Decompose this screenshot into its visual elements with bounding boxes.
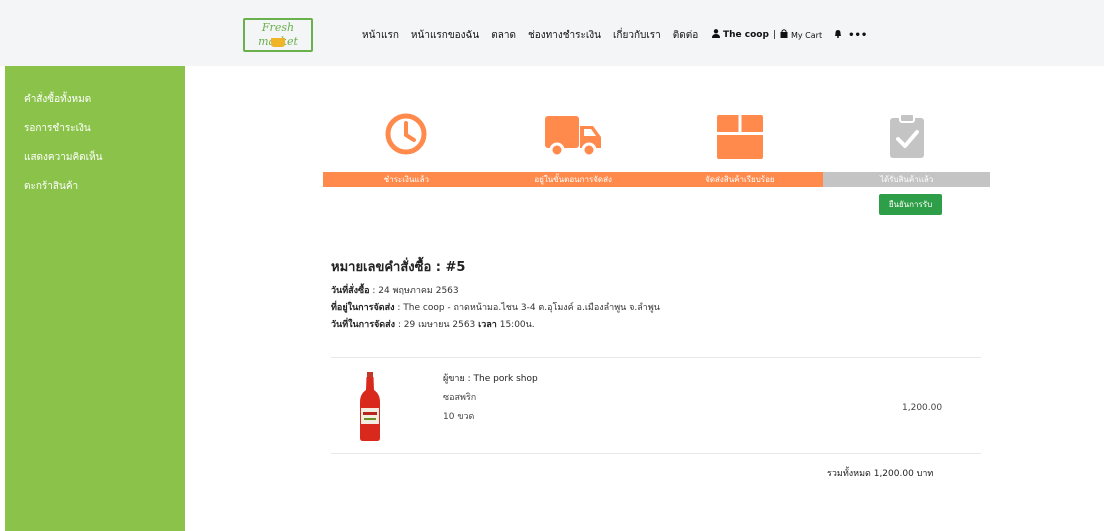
step-paid: ชำระเงินแล้ว (323, 110, 490, 190)
bell-icon[interactable] (834, 29, 842, 41)
divider-top (331, 357, 981, 358)
clipboard-check-icon (887, 112, 927, 164)
product-quantity: 10 ขวด (443, 412, 475, 422)
divider-bottom (331, 453, 981, 454)
user-icon (712, 29, 720, 41)
step-label-received: ได้รับสินค้าแล้ว (823, 172, 990, 187)
nav-item-about[interactable]: เกี่ยวกับเรา (613, 28, 661, 43)
product-name: ซอสพริก (443, 393, 477, 403)
step-shipping: อยู่ในขั้นตอนการจัดส่ง (489, 110, 657, 190)
nav-item-my-home[interactable]: หน้าแรกของฉัน (411, 28, 479, 43)
order-progress: ชำระเงินแล้ว อยู่ในขั้นตอนการจัดส่ง จัดส… (323, 110, 990, 190)
order-date-line: วันที่สั่งซื้อ : 24 พฤษภาคม 2563 (331, 283, 660, 300)
seller-name: ผู้ขาย : The pork shop (443, 374, 538, 384)
product-price: 1,200.00 (902, 403, 943, 413)
product-image (358, 372, 382, 442)
box-icon (715, 112, 765, 164)
shipping-address-line: ที่อยู่ในการจัดส่ง : The coop - ถาดหน้าม… (331, 300, 660, 317)
delivery-date-label: วันที่ในการจัดส่ง (331, 320, 396, 330)
step-label-delivered: จัดส่งสินค้าเรียบร้อย (656, 172, 824, 187)
my-cart-link[interactable]: My Cart (791, 31, 822, 40)
order-date-label: วันที่สั่งซื้อ (331, 286, 370, 296)
main-nav: หน้าแรก หน้าแรกของฉัน ตลาด ช่องทางชำระเง… (362, 28, 710, 43)
sidebar-item-awaiting-payment[interactable]: รอการชำระเงิน (5, 123, 185, 152)
step-delivered: จัดส่งสินค้าเรียบร้อย (656, 110, 824, 190)
sidebar-item-cart[interactable]: ตะกร้าสินค้า (5, 181, 185, 210)
confirm-receipt-button[interactable]: ยืนยันการรับ (879, 194, 942, 215)
clock-icon (384, 112, 428, 160)
order-info: หมายเลขคำสั่งซื้อ : #5 วันที่สั่งซื้อ : … (331, 256, 660, 334)
order-total: รวมทั้งหมด 1,200.00 บาท (827, 469, 934, 479)
user-area: The coop | My Cart ••• (712, 29, 867, 41)
top-navbar: Fresh market หน้าแรก หน้าแรกของฉัน ตลาด … (0, 0, 1104, 66)
nav-item-home[interactable]: หน้าแรก (362, 28, 399, 43)
delivery-time-label: เวลา (478, 320, 497, 330)
truck-icon (543, 112, 603, 164)
brand-logo[interactable]: Fresh market (243, 15, 313, 52)
nav-item-payment[interactable]: ช่องทางชำระเงิน (528, 28, 601, 43)
order-number: หมายเลขคำสั่งซื้อ : #5 (331, 260, 466, 275)
nav-item-market[interactable]: ตลาด (491, 28, 516, 43)
step-received: ได้รับสินค้าแล้ว (823, 110, 990, 190)
shipping-address-value: : The coop - ถาดหน้ามอ.ไชน 3-4 ต.อุโมงค์… (394, 303, 660, 313)
delivery-date-value: : 29 เมษายน 2563 (395, 320, 479, 330)
step-label-paid: ชำระเงินแล้ว (323, 172, 490, 187)
shipping-address-label: ที่อยู่ในการจัดส่ง (331, 303, 395, 313)
user-name-link[interactable]: The coop (723, 30, 769, 40)
user-separator: | (772, 30, 776, 40)
more-icon[interactable]: ••• (848, 30, 867, 41)
bag-icon (780, 29, 788, 41)
sidebar: คำสั่งซื้อทั้งหมด รอการชำระเงิน แสดงความ… (5, 66, 185, 531)
sidebar-item-all-orders[interactable]: คำสั่งซื้อทั้งหมด (5, 94, 185, 123)
basket-icon (271, 38, 285, 47)
nav-item-contact[interactable]: ติดต่อ (673, 28, 699, 43)
order-date-value: : 24 พฤษภาคม 2563 (369, 286, 459, 296)
delivery-date-line: วันที่ในการจัดส่ง : 29 เมษายน 2563 เวลา … (331, 317, 660, 334)
sidebar-item-reviews[interactable]: แสดงความคิดเห็น (5, 152, 185, 181)
step-label-shipping: อยู่ในขั้นตอนการจัดส่ง (489, 172, 657, 187)
delivery-time-value: 15:00น. (496, 320, 535, 330)
